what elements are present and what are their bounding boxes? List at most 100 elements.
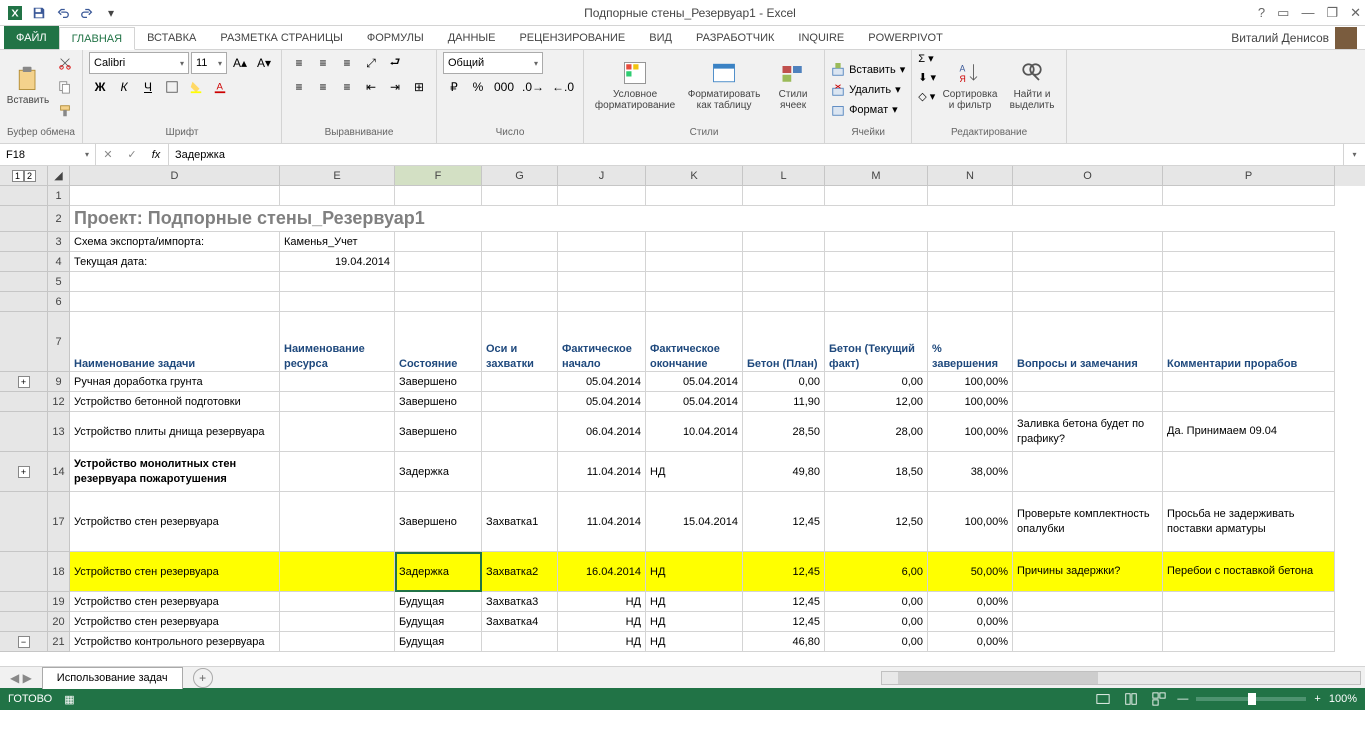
cell[interactable]	[280, 372, 395, 392]
cell[interactable]: Завершено	[395, 412, 482, 452]
cell[interactable]	[482, 412, 558, 452]
cell[interactable]: Устройство стен резервуара	[70, 612, 280, 632]
zoom-slider[interactable]	[1196, 697, 1306, 701]
tab-insert[interactable]: ВСТАВКА	[135, 26, 208, 49]
cell[interactable]: 28,00	[825, 412, 928, 452]
col-header[interactable]: O	[1013, 166, 1163, 186]
cell[interactable]	[280, 612, 395, 632]
cell[interactable]: Задержка	[395, 452, 482, 492]
cell[interactable]: Будущая	[395, 592, 482, 612]
excel-icon[interactable]	[4, 2, 26, 24]
cell[interactable]: 0,00%	[928, 632, 1013, 652]
cell[interactable]: НД	[646, 592, 743, 612]
cell[interactable]: 12,45	[743, 492, 825, 552]
cell[interactable]: 100,00%	[928, 392, 1013, 412]
cell[interactable]: 50,00%	[928, 552, 1013, 592]
cell[interactable]: НД	[558, 592, 646, 612]
cell[interactable]	[280, 492, 395, 552]
cell[interactable]: 0,00	[825, 612, 928, 632]
increase-decimal-button[interactable]: .0→	[519, 76, 547, 98]
cell[interactable]: 0,00	[825, 372, 928, 392]
cell[interactable]: НД	[646, 632, 743, 652]
cell[interactable]	[1163, 452, 1335, 492]
cell[interactable]: 38,00%	[928, 452, 1013, 492]
col-header[interactable]: L	[743, 166, 825, 186]
help-icon[interactable]: ?	[1258, 5, 1265, 21]
cell[interactable]	[280, 592, 395, 612]
format-cells-button[interactable]: Формат ▾	[831, 103, 898, 117]
cancel-formula-button[interactable]: ✕	[96, 144, 120, 165]
outline-level-1-button[interactable]: 1	[12, 170, 24, 182]
cell-styles-button[interactable]: Стили ячеек	[768, 52, 818, 118]
row-header[interactable]: 12	[48, 392, 70, 412]
cell[interactable]: 100,00%	[928, 412, 1013, 452]
cell[interactable]: Захватка2	[482, 552, 558, 592]
cell[interactable]: Устройство плиты днища резервуара	[70, 412, 280, 452]
cell[interactable]: НД	[646, 452, 743, 492]
tab-review[interactable]: РЕЦЕНЗИРОВАНИЕ	[507, 26, 637, 49]
cell[interactable]: 0,00%	[928, 612, 1013, 632]
zoom-in-button[interactable]: +	[1314, 693, 1320, 705]
cell[interactable]: Устройство контрольного резервуара	[70, 632, 280, 652]
worksheet-grid[interactable]: 1 2 ◢ D E F G J K L M N O P 1 2Проект: П…	[0, 166, 1365, 666]
font-name-combo[interactable]: Calibri	[89, 52, 189, 74]
cell[interactable]: 11.04.2014	[558, 452, 646, 492]
col-header[interactable]: P	[1163, 166, 1335, 186]
conditional-formatting-button[interactable]: Условное форматирование	[590, 52, 680, 118]
cell[interactable]: 05.04.2014	[646, 392, 743, 412]
close-icon[interactable]: ✕	[1350, 5, 1361, 21]
percent-format-button[interactable]: %	[467, 76, 489, 98]
user-account[interactable]: Виталий Денисов	[1223, 26, 1365, 49]
delete-cells-button[interactable]: Удалить ▾	[831, 83, 901, 97]
cell[interactable]: Захватка1	[482, 492, 558, 552]
cell[interactable]	[1013, 392, 1163, 412]
row-header[interactable]: 17	[48, 492, 70, 552]
align-right-button[interactable]: ≡	[336, 76, 358, 98]
cell[interactable]: Завершено	[395, 392, 482, 412]
select-all-button[interactable]: ◢	[48, 166, 70, 186]
accounting-format-button[interactable]: ₽	[443, 76, 465, 98]
zoom-out-button[interactable]: —	[1177, 693, 1188, 705]
tab-formulas[interactable]: ФОРМУЛЫ	[355, 26, 436, 49]
cell[interactable]	[280, 412, 395, 452]
fill-button[interactable]: ⬇ ▾	[918, 71, 936, 84]
row-header[interactable]: 2	[48, 206, 70, 232]
italic-button[interactable]: К	[113, 76, 135, 98]
decrease-decimal-button[interactable]: ←.0	[549, 76, 577, 98]
name-box[interactable]: F18	[0, 144, 96, 165]
cell[interactable]	[482, 392, 558, 412]
cell[interactable]: 15.04.2014	[646, 492, 743, 552]
tab-data[interactable]: ДАННЫЕ	[436, 26, 508, 49]
cell[interactable]	[1163, 592, 1335, 612]
paste-button[interactable]: Вставить	[6, 52, 50, 118]
align-center-button[interactable]: ≡	[312, 76, 334, 98]
cell[interactable]	[1163, 372, 1335, 392]
cell[interactable]: Проверьте комплектность опалубки	[1013, 492, 1163, 552]
tab-inquire[interactable]: INQUIRE	[786, 26, 856, 49]
cell[interactable]: Устройство монолитных стен резервуара по…	[70, 452, 280, 492]
cell[interactable]: Устройство стен резервуара	[70, 492, 280, 552]
row-header[interactable]: 18	[48, 552, 70, 592]
cell[interactable]: Да. Принимаем 09.04	[1163, 412, 1335, 452]
cell[interactable]: Причины задержки?	[1013, 552, 1163, 592]
cell[interactable]: 05.04.2014	[558, 392, 646, 412]
cell[interactable]	[1013, 452, 1163, 492]
row-header[interactable]: 5	[48, 272, 70, 292]
align-left-button[interactable]: ≡	[288, 76, 310, 98]
cell[interactable]: 100,00%	[928, 492, 1013, 552]
normal-view-button[interactable]	[1093, 691, 1113, 707]
cell[interactable]: Просьба не задерживать поставки арматуры	[1163, 492, 1335, 552]
expand-formula-bar-button[interactable]: ▾	[1343, 144, 1365, 165]
tab-powerpivot[interactable]: POWERPIVOT	[856, 26, 955, 49]
border-button[interactable]	[161, 76, 183, 98]
cell[interactable]: НД	[646, 612, 743, 632]
cell[interactable]: Ручная доработка грунта	[70, 372, 280, 392]
format-painter-button[interactable]	[54, 100, 76, 122]
row-header[interactable]: 14	[48, 452, 70, 492]
align-bottom-button[interactable]: ≡	[336, 52, 358, 74]
row-header[interactable]: 9	[48, 372, 70, 392]
tab-developer[interactable]: РАЗРАБОТЧИК	[684, 26, 786, 49]
cell[interactable]: 12,45	[743, 592, 825, 612]
cut-button[interactable]	[54, 52, 76, 74]
wrap-text-button[interactable]: ⮐	[384, 52, 406, 74]
